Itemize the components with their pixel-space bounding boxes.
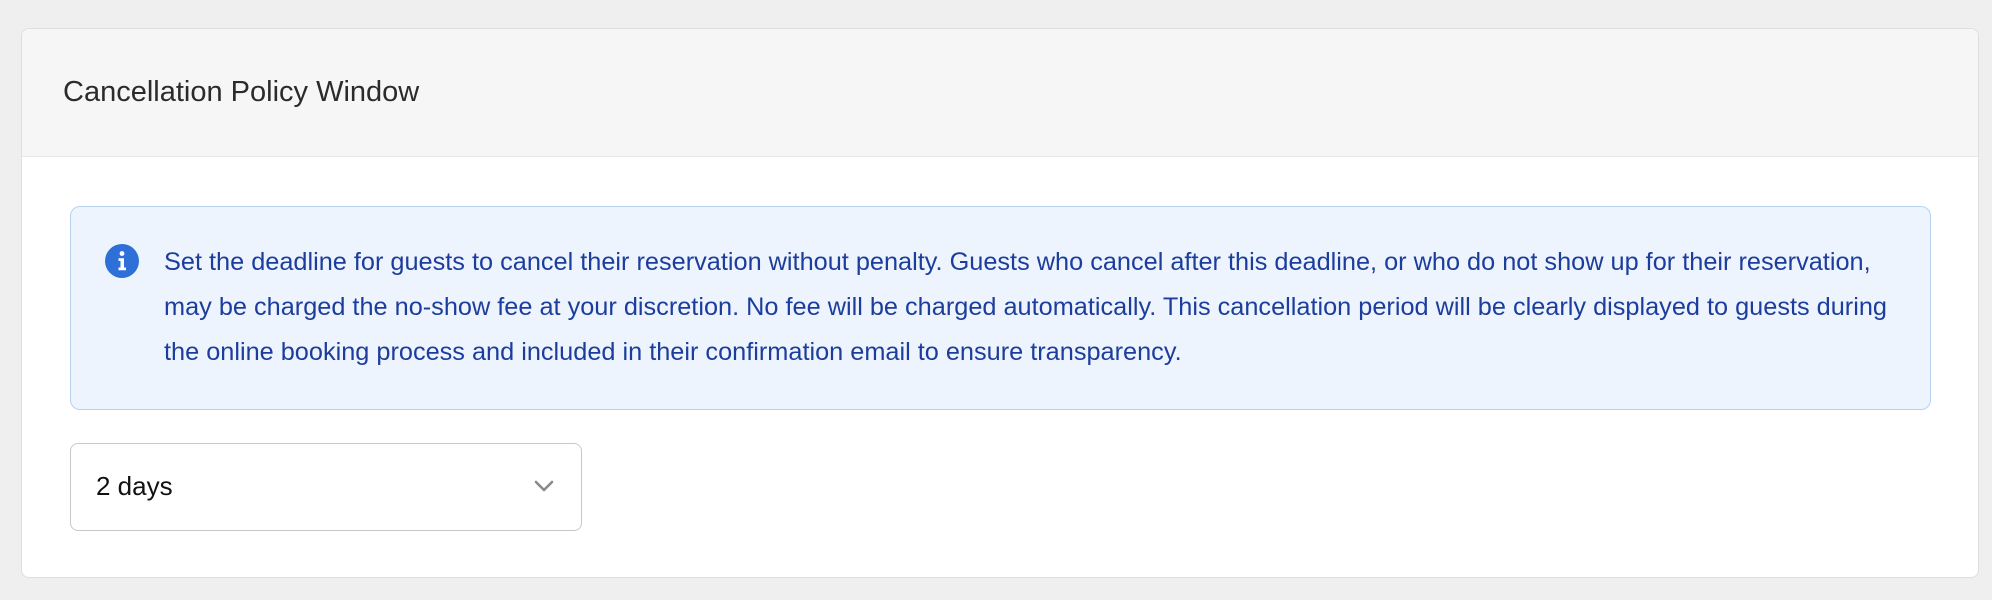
info-notice-text: Set the deadline for guests to cancel th… — [164, 248, 1887, 366]
card-header: Cancellation Policy Window — [22, 29, 1978, 157]
cancellation-window-value: 2 days — [96, 471, 173, 501]
chevron-down-icon — [534, 480, 554, 492]
cancellation-window-select[interactable]: 2 days — [70, 443, 582, 531]
cancellation-policy-card: Cancellation Policy Window Set the deadl… — [21, 28, 1979, 578]
card-title: Cancellation Policy Window — [63, 76, 420, 108]
info-notice: Set the deadline for guests to cancel th… — [70, 206, 1931, 410]
info-icon — [105, 244, 139, 278]
